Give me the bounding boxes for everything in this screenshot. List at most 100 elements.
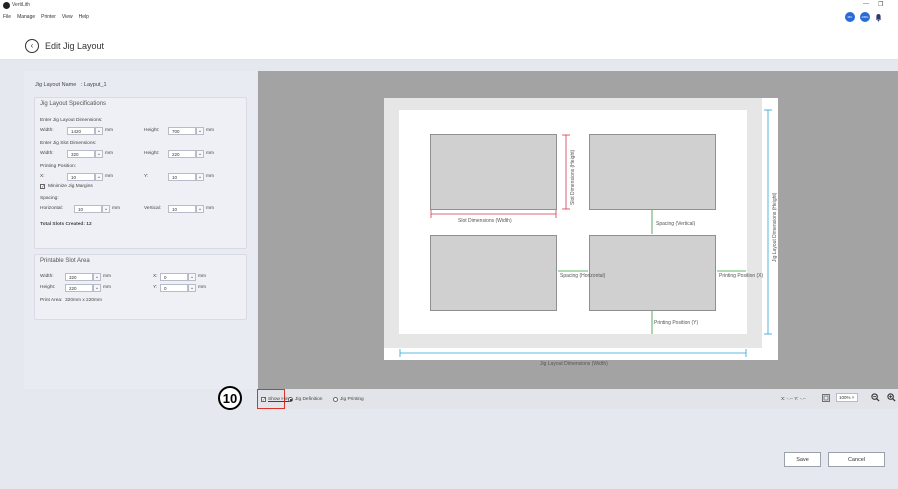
spacing-label: Spacing: [40,196,59,201]
show-hint-checkbox[interactable]: ✓ [261,397,266,402]
printable-width-input[interactable]: 320 [65,273,93,281]
jig-printing-radio[interactable] [333,397,338,402]
callout-number: 10 [218,386,242,410]
unit-label: mm [198,285,206,290]
printable-area-group: Printable Slot Area Width: 320 ▴ mm X: 0… [34,254,247,320]
jig-definition-radio[interactable] [288,397,293,402]
pos-x-input[interactable]: 10 [67,173,95,181]
jig-right-margin [762,98,778,348]
zoom-select[interactable]: 100% ˅ [836,393,858,402]
app-logo-icon [3,2,10,9]
printable-width-stepper[interactable]: ▴ [93,273,101,281]
printing-position-label: Printing Position: [40,164,76,169]
printable-height-stepper[interactable]: ▴ [93,284,101,292]
pos-y-stepper[interactable]: ▴ [196,173,204,181]
unit-label: mm [103,285,111,290]
printable-x-input[interactable]: 0 [160,273,188,281]
zoom-in-icon[interactable] [887,393,896,402]
minimize-margins-label: Minimize Jig Margins [48,184,93,189]
print-area-value: 320mm x 220mm [65,298,103,303]
jig-specs-title: Jig Layout Specifications [40,101,107,107]
unit-label: mm [206,174,214,179]
user-avatar[interactable]: MC [845,12,855,22]
minimize-button[interactable]: — [863,1,869,7]
page-title: Edit Jig Layout [45,41,105,51]
pos-x-stepper[interactable]: ▴ [95,173,103,181]
layout-name-value: : Layput_1 [80,82,107,88]
layout-name-row: Jig Layout Name : Layput_1 [35,82,107,88]
coordinates-readout: X: -.-- Y: -.-- [781,397,806,402]
minimize-margins-checkbox[interactable]: ✓ [40,184,45,189]
org-avatar[interactable]: ORG [860,12,870,22]
printable-height-input[interactable]: 220 [65,284,93,292]
jig-slot[interactable] [430,235,557,311]
title-bar: VertiLith — ❐ [0,0,898,11]
unit-label: mm [206,151,214,156]
layout-width-input[interactable]: 1420 [67,127,95,135]
zoom-value: 100% [839,395,851,400]
printable-width-label: Width: [40,274,54,279]
jig-definition-label: Jig Definition [295,397,323,402]
menu-file[interactable]: File [3,14,11,20]
slot-dims-label: Enter Jig Slot Dimensions: [40,141,97,146]
chevron-left-icon: ‹ [30,41,34,50]
slot-width-input[interactable]: 320 [67,150,95,158]
top-right-icons: MC ORG [845,12,882,22]
slot-width-stepper[interactable]: ▴ [95,150,103,158]
pos-y-label: Y: [144,174,149,179]
spacing-vertical-label: Vertical: [144,206,162,211]
printable-x-stepper[interactable]: ▴ [188,273,196,281]
slot-height-label: Height: [144,151,160,156]
pos-x-label: X: [40,174,45,179]
slot-width-label: Width: [40,151,54,156]
printable-y-stepper[interactable]: ▴ [188,284,196,292]
bell-icon[interactable] [875,13,882,22]
menu-bar: File Manage Printer View Help [0,11,898,22]
printable-area-title: Printable Slot Area [40,258,90,264]
layout-width-label: Width: [40,128,54,133]
settings-panel: Jig Layout Name : Layput_1 Jig Layout Sp… [24,71,257,389]
zoom-out-icon[interactable] [871,393,880,402]
printable-height-label: Height: [40,285,56,290]
save-button[interactable]: Save [784,452,821,467]
printable-x-label: X: [153,274,158,279]
print-area-label: Print Area: [40,298,63,303]
total-slots-label: Total Slots Created: 12 [40,222,92,227]
layout-dims-label: Enter Jig Layout Dimensions: [40,118,103,123]
slot-height-input[interactable]: 220 [168,150,196,158]
show-hint-label[interactable]: Show Hint [268,397,290,402]
menu-manage[interactable]: Manage [17,14,35,20]
jig-slot[interactable] [589,235,716,311]
layout-height-label: Height: [144,128,160,133]
layout-height-stepper[interactable]: ▴ [196,127,204,135]
page-header: ‹ Edit Jig Layout [0,33,898,60]
spacing-vertical-stepper[interactable]: ▴ [196,205,204,213]
unit-label: mm [206,128,214,133]
menu-help[interactable]: Help [79,14,89,20]
back-button[interactable]: ‹ [25,39,39,53]
jig-printing-label: Jig Printing [340,397,364,402]
unit-label: mm [206,206,214,211]
layout-name-label: Jig Layout Name [35,82,77,88]
pos-y-input[interactable]: 10 [168,173,196,181]
spacing-horizontal-label: Horizontal: [40,206,63,211]
fit-to-screen-icon[interactable] [822,394,830,402]
spacing-horizontal-stepper[interactable]: ▴ [102,205,110,213]
menu-printer[interactable]: Printer [41,14,56,20]
menu-view[interactable]: View [62,14,73,20]
unit-label: mm [105,128,113,133]
unit-label: mm [198,274,206,279]
restore-button[interactable]: ❐ [878,1,883,8]
jig-slot[interactable] [430,134,557,210]
layout-width-stepper[interactable]: ▴ [95,127,103,135]
spacing-vertical-input[interactable]: 10 [168,205,196,213]
unit-label: mm [105,174,113,179]
jig-slot[interactable] [589,134,716,210]
layout-height-input[interactable]: 700 [168,127,196,135]
printable-y-label: Y: [153,285,158,290]
cancel-button[interactable]: Cancel [828,452,885,467]
printable-y-input[interactable]: 0 [160,284,188,292]
spacing-horizontal-input[interactable]: 10 [74,205,102,213]
slot-height-stepper[interactable]: ▴ [196,150,204,158]
unit-label: mm [112,206,120,211]
